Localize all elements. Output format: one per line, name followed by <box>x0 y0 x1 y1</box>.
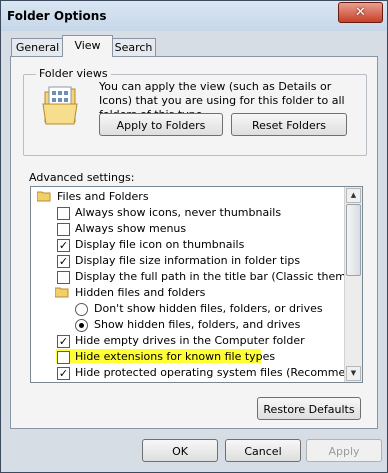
checkbox[interactable] <box>57 223 70 236</box>
restore-defaults-button[interactable]: Restore Defaults <box>257 397 361 420</box>
check-icon: ✓ <box>58 335 69 348</box>
checkbox[interactable] <box>57 207 70 220</box>
check-icon <box>58 224 69 235</box>
radio-button[interactable] <box>75 319 88 332</box>
cancel-button[interactable]: Cancel <box>225 439 301 462</box>
check-icon: ✓ <box>58 255 69 268</box>
list-item-label: Don't show hidden files, folders, or dri… <box>94 302 323 315</box>
close-icon: ✕ <box>355 5 366 20</box>
list-item-label: Hidden files and folders <box>75 286 206 299</box>
list-item-label: Display file icon on thumbnails <box>75 238 245 251</box>
scroll-thumb[interactable] <box>346 204 361 276</box>
list-item-label: Hide extensions for known file types <box>75 350 276 363</box>
reset-folders-button[interactable]: Reset Folders <box>231 113 347 136</box>
list-item-label: Hide protected operating system files (R… <box>75 366 363 379</box>
vertical-scrollbar[interactable]: ▲ ▼ <box>344 187 362 382</box>
radio-dot-icon <box>79 323 84 328</box>
folder-icon <box>55 287 69 298</box>
checkbox[interactable] <box>57 271 70 284</box>
check-icon <box>58 272 69 283</box>
advanced-settings-label: Advanced settings: <box>29 171 135 184</box>
radio-button[interactable] <box>75 303 88 316</box>
check-icon <box>58 352 69 363</box>
scroll-up-button[interactable]: ▲ <box>346 188 361 203</box>
tab-search[interactable]: Search <box>111 38 156 56</box>
ok-button[interactable]: OK <box>142 439 218 462</box>
list-item-label: Hide empty drives in the Computer folder <box>75 334 305 347</box>
checkbox[interactable] <box>57 351 70 364</box>
folder-view-icon <box>42 86 78 125</box>
scroll-down-icon: ▼ <box>350 369 357 377</box>
checkbox[interactable]: ✓ <box>57 255 70 268</box>
folder-icon <box>37 191 51 202</box>
list-item-label: Display file size information in folder … <box>75 254 301 267</box>
close-button[interactable]: ✕ <box>338 2 383 23</box>
checkbox[interactable]: ✓ <box>57 335 70 348</box>
check-icon: ✓ <box>58 367 69 380</box>
list-item-label: Show hidden files, folders, and drives <box>94 318 301 331</box>
list-item-label: Always show icons, never thumbnails <box>75 206 282 219</box>
list-item-label: Files and Folders <box>57 190 149 203</box>
apply-button[interactable]: Apply <box>306 439 382 462</box>
advanced-settings-list[interactable]: Files and Folders Always show icons, nev… <box>30 186 363 383</box>
scroll-down-button[interactable]: ▼ <box>346 366 361 381</box>
apply-to-folders-button[interactable]: Apply to Folders <box>99 113 223 136</box>
checkbox[interactable]: ✓ <box>57 239 70 252</box>
list-item-label: Display the full path in the title bar (… <box>75 270 363 283</box>
folder-options-window: Folder Options ✕ General View Search Fol… <box>0 0 388 473</box>
scroll-up-icon: ▲ <box>350 191 357 199</box>
list-item-label: Always show menus <box>75 222 187 235</box>
check-icon <box>58 208 69 219</box>
folder-views-label: Folder views <box>36 67 111 80</box>
tab-view[interactable]: View <box>62 35 113 57</box>
tab-general[interactable]: General <box>11 38 64 56</box>
checkbox[interactable]: ✓ <box>57 367 70 380</box>
check-icon: ✓ <box>58 239 69 252</box>
title-bar: Folder Options ✕ <box>1 1 387 31</box>
window-title: Folder Options <box>7 9 107 23</box>
